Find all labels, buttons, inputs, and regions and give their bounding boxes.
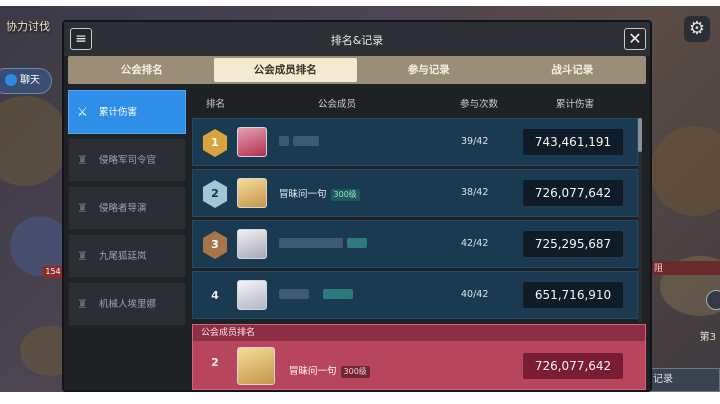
table-row[interactable]: 2 冒昧问一句 300级 38/42 726,077,642: [192, 169, 638, 217]
participation-count: 38/42: [461, 187, 489, 198]
sidebar-item-label: 侵略军司令官: [99, 155, 157, 166]
table-row[interactable]: 3 42/42 725,295,687: [192, 220, 638, 268]
chat-button[interactable]: 聊天: [0, 68, 52, 94]
damage-value: 726,077,642: [523, 180, 623, 206]
tab-guild-ranking[interactable]: 公会排名: [70, 58, 214, 82]
ranking-panel: ≡ 排名&记录 ✕ 公会排名 公会成员排名 参与记录 战斗记录 ⚔ 累计伤害 ♜ 侵…: [62, 20, 652, 392]
boss-icon: ♜: [77, 201, 88, 215]
table-row[interactable]: 1 39/42 743,461,191: [192, 118, 638, 166]
member-name: [279, 135, 319, 146]
blurred-name: [279, 135, 289, 146]
boss-icon: ♜: [77, 297, 88, 311]
member-name-text: 冒昧问一句: [289, 366, 337, 377]
tab-bar: 公会排名 公会成员排名 参与记录 战斗记录: [68, 56, 646, 84]
chat-label: 聊天: [20, 75, 40, 86]
panel-titlebar: ≡ 排名&记录 ✕: [64, 22, 650, 56]
my-member-name: 冒昧问一句 300级: [289, 363, 370, 378]
member-name: [279, 237, 367, 248]
my-damage-value: 726,077,642: [523, 353, 623, 379]
sidebar-item-label: 侵略者导演: [99, 203, 147, 214]
scene-decoration: [0, 96, 70, 186]
participation-count: 40/42: [461, 289, 489, 300]
level-badge: 300级: [340, 366, 370, 378]
sidebar-item-label: 机械人埃里娜: [99, 299, 157, 310]
damage-value: 651,716,910: [523, 282, 623, 308]
tab-member-ranking[interactable]: 公会成员排名: [213, 58, 357, 82]
column-header-participation: 参与次数: [460, 99, 499, 110]
scrollbar-thumb[interactable]: [638, 118, 642, 152]
blurred-level: [323, 288, 353, 299]
avatar: [237, 280, 267, 310]
participation-count: 42/42: [461, 238, 489, 249]
chat-icon: [5, 74, 17, 86]
avatar: [237, 347, 275, 385]
boss-icon: ♜: [77, 153, 88, 167]
gear-icon[interactable]: ⚙: [684, 16, 710, 42]
blurred-name: [279, 237, 343, 248]
right-circle-button[interactable]: [706, 290, 720, 310]
avatar: [237, 178, 267, 208]
damage-value: 743,461,191: [523, 129, 623, 155]
list-scrollbar[interactable]: [638, 118, 642, 322]
avatar: [237, 127, 267, 157]
column-header-rank: 排名: [206, 99, 226, 110]
sidebar-item-label: 九尾狐廷岚: [99, 251, 147, 262]
rank-number: 4: [211, 289, 219, 302]
column-header-member: 公会成员: [318, 99, 357, 110]
scene-decoration: [650, 126, 720, 216]
sidebar-item-label: 累计伤害: [99, 107, 138, 118]
tab-battle-record[interactable]: 战斗记录: [501, 58, 645, 82]
member-name-text: 冒昧问一句: [279, 189, 327, 200]
level-badge: 300级: [330, 189, 360, 201]
table-row[interactable]: 4 40/42 651,716,910: [192, 271, 638, 319]
blurred-name: [293, 135, 319, 146]
member-name: 冒昧问一句 300级: [279, 186, 360, 201]
damage-value: 725,295,687: [523, 231, 623, 257]
avatar: [237, 229, 267, 259]
right-status-text: 阻: [650, 261, 720, 275]
sidebar-item-boss-1[interactable]: ♜ 侵略军司令官: [68, 138, 186, 182]
blurred-level: [347, 237, 367, 248]
my-ranking-header: 公会成员排名: [193, 325, 645, 341]
sidebar: ⚔ 累计伤害 ♜ 侵略军司令官 ♜ 侵略者导演 ♜ 九尾狐廷岚 ♜ 机械人埃里娜: [68, 90, 188, 392]
member-name: [279, 288, 353, 299]
sword-icon: ⚔: [77, 105, 88, 119]
rank-badge-gold: 1: [202, 129, 228, 157]
sidebar-item-boss-4[interactable]: ♜ 机械人埃里娜: [68, 282, 186, 326]
sidebar-item-boss-2[interactable]: ♜ 侵略者导演: [68, 186, 186, 230]
sidebar-item-boss-3[interactable]: ♜ 九尾狐廷岚: [68, 234, 186, 278]
rank-badge-silver: 2: [202, 180, 228, 208]
column-header-damage: 累计伤害: [556, 99, 595, 110]
my-rank-number: 2: [211, 356, 219, 369]
sidebar-item-total-damage[interactable]: ⚔ 累计伤害: [68, 90, 186, 134]
event-title: 协力讨伐: [6, 20, 50, 33]
record-button[interactable]: 记录: [648, 368, 720, 392]
ranking-list: 排名 公会成员 参与次数 累计伤害 1 39/42 743,461,191 2 …: [192, 90, 648, 322]
boss-icon: ♜: [77, 249, 88, 263]
blurred-name: [279, 288, 309, 299]
close-icon[interactable]: ✕: [624, 28, 646, 50]
participation-count: 39/42: [461, 136, 489, 147]
right-rank-text: 第3: [699, 332, 716, 343]
ranking-rows[interactable]: 1 39/42 743,461,191 2 冒昧问一句 300级 38/42 72…: [192, 118, 642, 322]
my-ranking-bar: 公会成员排名 2 冒昧问一句 300级 726,077,642: [192, 324, 646, 390]
rank-badge-bronze: 3: [202, 231, 228, 259]
side-count-badge: 154: [42, 266, 64, 278]
tab-participation-record[interactable]: 参与记录: [357, 58, 501, 82]
panel-title: 排名&记录: [330, 34, 384, 47]
